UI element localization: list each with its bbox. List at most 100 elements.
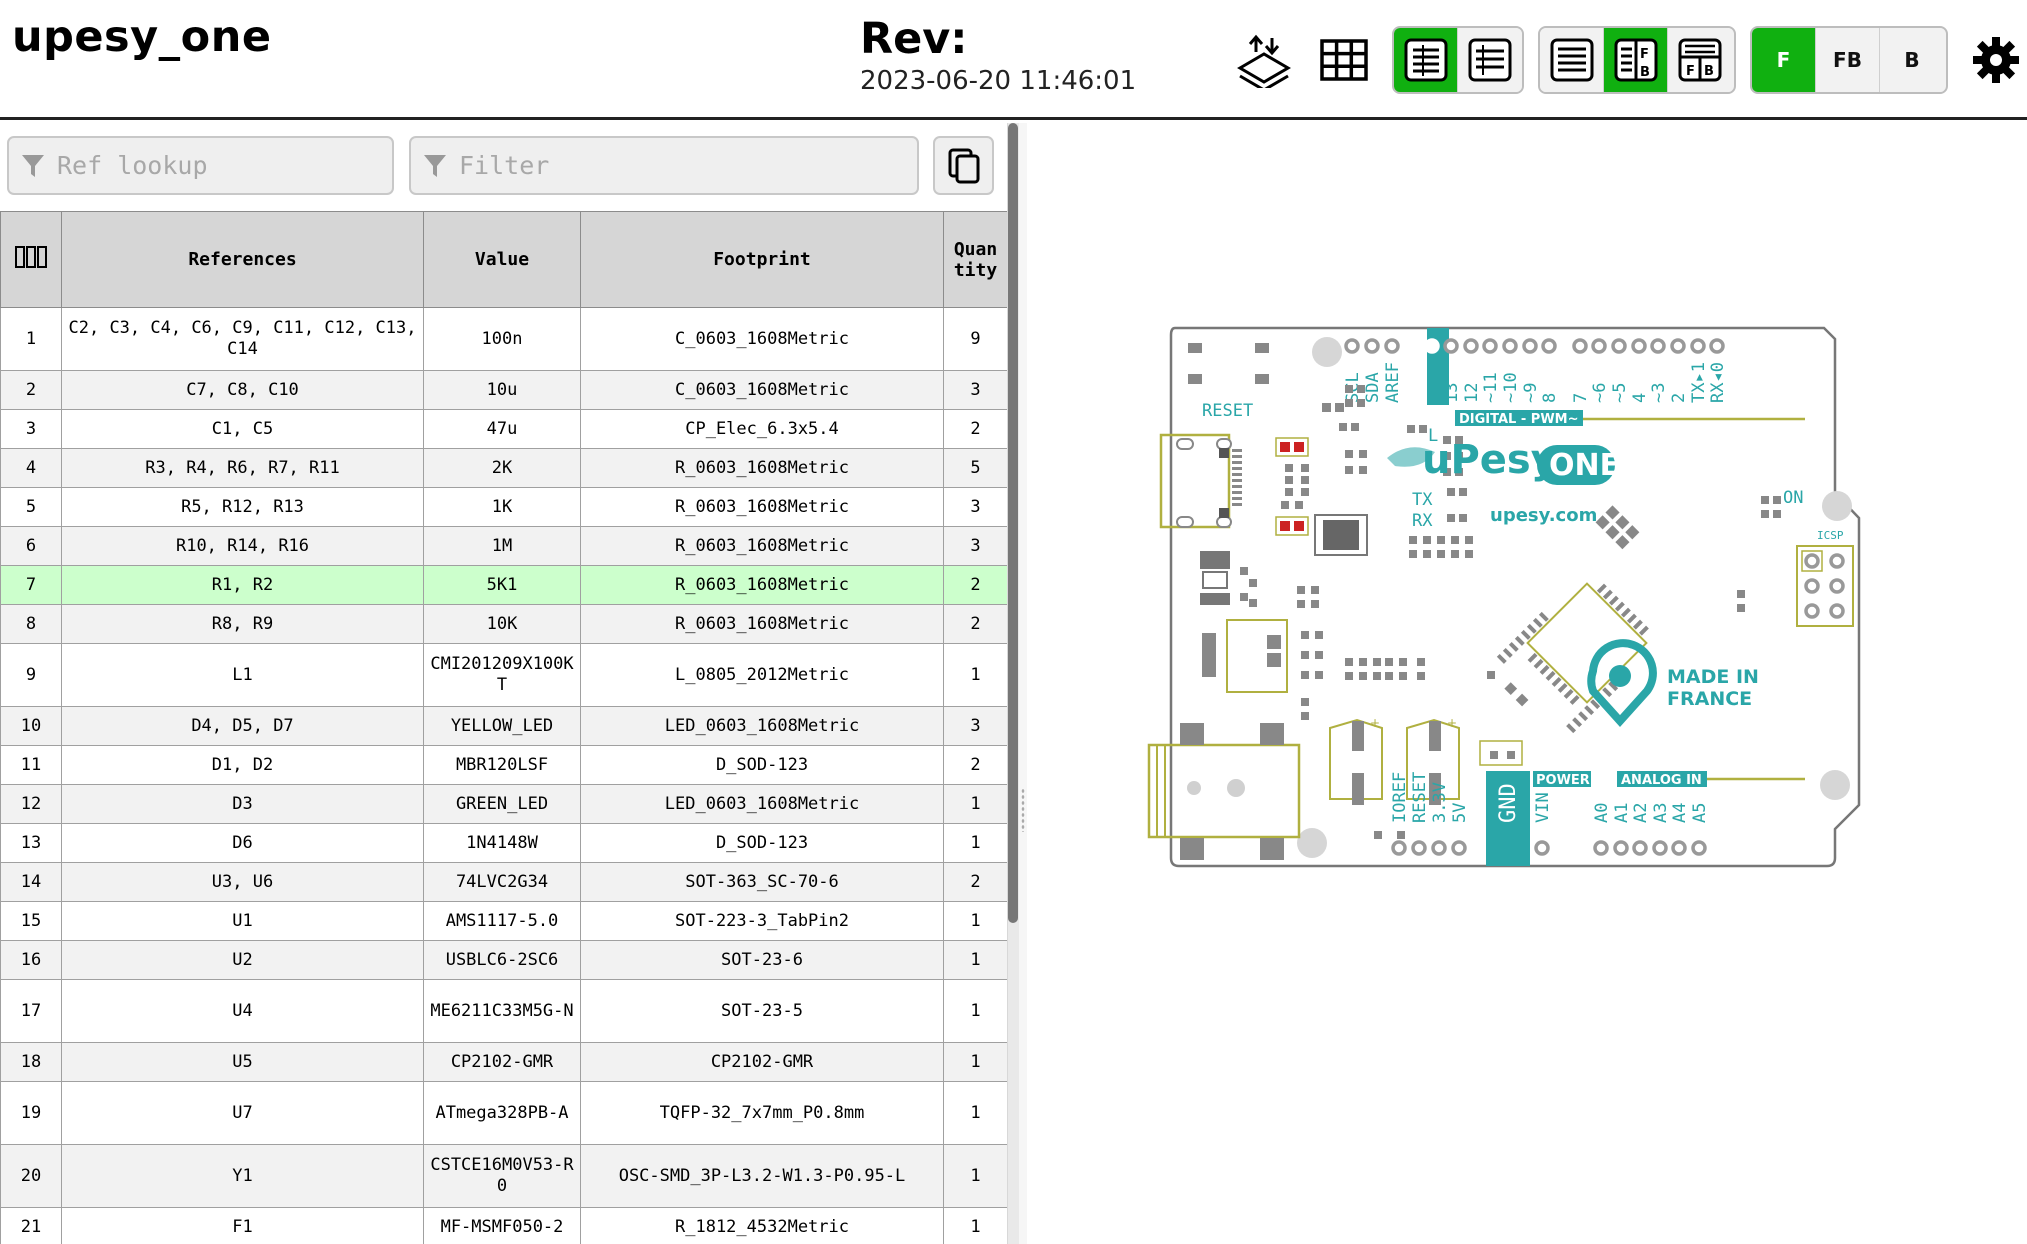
table-row[interactable]: 17 U4 ME6211C33M5G-N SOT-23-5 1 <box>0 979 1007 1043</box>
table-row[interactable]: 3 C1, C5 47u CP_Elec_6.3x5.4 2 <box>0 409 1007 449</box>
footprint-cell: LED_0603_1608Metric <box>580 706 944 746</box>
table-row[interactable]: 9 L1 CMI201209X100KT L_0805_2012Metric 1 <box>0 643 1007 707</box>
pcb-layers-icon[interactable] <box>1232 28 1296 92</box>
header-pin-label: ~10 <box>1501 372 1521 403</box>
grid-icon[interactable] <box>1312 28 1376 92</box>
references-cell: C2, C3, C4, C6, C9, C11, C12, C13, C14 <box>61 307 424 371</box>
icsp-pin <box>1829 553 1845 569</box>
header-pin-label: 4 <box>1630 393 1650 403</box>
analog-label: ANALOG IN <box>1621 773 1702 788</box>
filter-input[interactable] <box>457 138 911 193</box>
references-cell: C1, C5 <box>61 409 424 449</box>
value-cell: 10K <box>423 604 581 644</box>
footprint-cell: R_0603_1608Metric <box>580 487 944 527</box>
footprint-cell: TQFP-32_7x7mm_P0.8mm <box>580 1081 944 1145</box>
quantity-cell: 1 <box>943 643 1007 707</box>
table-header-row: References Value Footprint Quan tity <box>0 211 1007 308</box>
copy-button[interactable] <box>933 136 994 195</box>
footprint-cell: SOT-223-3_TabPin2 <box>580 901 944 941</box>
table-row[interactable]: 12 D3 GREEN_LED LED_0603_1608Metric 1 <box>0 784 1007 824</box>
table-row[interactable]: 19 U7 ATmega328PB-A TQFP-32_7x7mm_P0.8mm 1 <box>0 1081 1007 1145</box>
references-cell: D4, D5, D7 <box>61 706 424 746</box>
quantity-cell: 1 <box>943 1207 1007 1244</box>
quantity-cell: 1 <box>943 1081 1007 1145</box>
logo-badge: ONE <box>1549 448 1620 483</box>
column-value-header[interactable]: Value <box>423 211 581 308</box>
table-row[interactable]: 20 Y1 CSTCE16M0V53-R0 OSC-SMD_3P-L3.2-W1.3-… <box>0 1144 1007 1208</box>
table-row[interactable]: 1 C2, C3, C4, C6, C9, C11, C12, C13, C14 1… <box>0 307 1007 371</box>
header-pin-label: 7 <box>1571 393 1591 403</box>
table-row[interactable]: 16 U2 USBLC6-2SC6 SOT-23-6 1 <box>0 940 1007 980</box>
pcb-front-render[interactable]: SCLSDAAREF1312~11~10~987~6~54~32TX▸1RX◂0… <box>1027 123 2027 1244</box>
quantity-cell: 3 <box>943 706 1007 746</box>
header-pin <box>1534 840 1550 856</box>
gear-icon[interactable] <box>1964 28 2027 92</box>
layer-both-button[interactable]: FB <box>1816 28 1880 92</box>
power-pin-label: 3.3V <box>1430 782 1450 823</box>
footprint-cell: R_0603_1608Metric <box>580 565 944 605</box>
footprint-cell: R_0603_1608Metric <box>580 526 944 566</box>
table-row[interactable]: 8 R8, R9 10K R_0603_1608Metric 2 <box>0 604 1007 644</box>
layer-front-button[interactable]: F <box>1752 28 1816 92</box>
column-references-header[interactable]: References <box>61 211 424 308</box>
header-pin <box>1572 338 1588 354</box>
icsp-pin <box>1804 578 1820 594</box>
header-pin <box>1364 338 1380 354</box>
panel-splitter[interactable] <box>1019 123 1027 1244</box>
table-row[interactable]: 13 D6 1N4148W D_SOD-123 1 <box>0 823 1007 863</box>
quantity-cell: 5 <box>943 448 1007 488</box>
column-footprint-header[interactable]: Footprint <box>580 211 944 308</box>
value-cell: YELLOW_LED <box>423 706 581 746</box>
header-pin-label: 2 <box>1669 393 1689 403</box>
bom-netlist-icon[interactable] <box>1394 28 1458 92</box>
header-pin <box>1650 338 1666 354</box>
column-quantity-header[interactable]: Quan tity <box>943 211 1007 308</box>
footprint-cell: SOT-23-5 <box>580 979 944 1043</box>
table-row[interactable]: 4 R3, R4, R6, R7, R11 2K R_0603_1608Metric 5 <box>0 448 1007 488</box>
quantity-cell: 3 <box>943 526 1007 566</box>
footprint-cell: R_0603_1608Metric <box>580 448 944 488</box>
header-pin <box>1443 338 1459 354</box>
table-row[interactable]: 10 D4, D5, D7 YELLOW_LED LED_0603_1608Metri… <box>0 706 1007 746</box>
quantity-cell: 1 <box>943 940 1007 980</box>
table-row[interactable]: 5 R5, R12, R13 1K R_0603_1608Metric 3 <box>0 487 1007 527</box>
splitter-grip[interactable] <box>1021 788 1025 832</box>
value-cell: CP2102-GMR <box>423 1042 581 1082</box>
filter-icon <box>22 155 44 177</box>
mounting-hole <box>1822 491 1852 521</box>
references-cell: R3, R4, R6, R7, R11 <box>61 448 424 488</box>
table-row[interactable]: 21 F1 MF-MSMF050-2 R_1812_4532Metric 1 <box>0 1207 1007 1244</box>
value-cell: ATmega328PB-A <box>423 1081 581 1145</box>
references-cell: R8, R9 <box>61 604 424 644</box>
references-cell: U2 <box>61 940 424 980</box>
footprint-cell: D_SOD-123 <box>580 823 944 863</box>
ref-lookup-input[interactable] <box>55 138 386 193</box>
scrollbar-thumb[interactable] <box>1008 123 1018 923</box>
layout-bom-only-icon[interactable] <box>1540 28 1604 92</box>
references-cell: Y1 <box>61 1144 424 1208</box>
table-row[interactable]: 14 U3, U6 74LVC2G34 SOT-363_SC-70-6 2 <box>0 862 1007 902</box>
board-canvas[interactable]: SCLSDAAREF1312~11~10~987~6~54~32TX▸1RX◂0… <box>1027 123 2027 1244</box>
table-row[interactable]: 18 U5 CP2102-GMR CP2102-GMR 1 <box>0 1042 1007 1082</box>
table-row[interactable]: 2 C7, C8, C10 10u C_0603_1608Metric 3 <box>0 370 1007 410</box>
references-cell: R10, R14, R16 <box>61 526 424 566</box>
table-row[interactable]: 15 U1 AMS1117-5.0 SOT-223-3_TabPin2 1 <box>0 901 1007 941</box>
table-row[interactable]: 6 R10, R14, R16 1M R_0603_1608Metric 3 <box>0 526 1007 566</box>
column-checkbox-header[interactable] <box>0 211 62 308</box>
checkbox-columns-icon <box>15 246 47 268</box>
header-pin <box>1424 338 1440 354</box>
bom-list-icon[interactable] <box>1458 28 1522 92</box>
table-row[interactable]: 11 D1, D2 MBR120LSF D_SOD-123 2 <box>0 745 1007 785</box>
layout-bom-left-icon[interactable]: F B <box>1604 28 1668 92</box>
header-pin <box>1451 840 1467 856</box>
value-cell: AMS1117-5.0 <box>423 901 581 941</box>
digital-label: DIGITAL - PWM~ <box>1459 412 1578 427</box>
footprint-cell: SOT-23-6 <box>580 940 944 980</box>
header-pin-label: ~5 <box>1610 383 1630 403</box>
svg-text:+: + <box>1370 716 1380 730</box>
references-cell: D3 <box>61 784 424 824</box>
table-row[interactable]: 7 R1, R2 5K1 R_0603_1608Metric 2 <box>0 565 1007 605</box>
layout-bom-top-icon[interactable]: F B <box>1668 28 1732 92</box>
layer-back-button[interactable]: B <box>1880 28 1944 92</box>
row-number-cell: 3 <box>0 409 62 449</box>
